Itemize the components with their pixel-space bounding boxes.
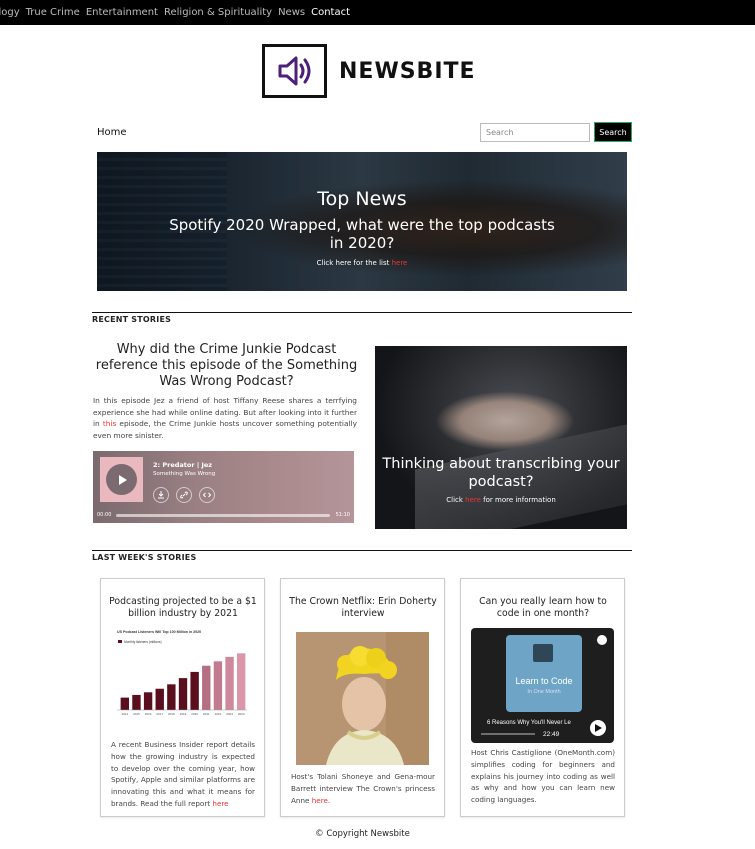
x-tick-label: 2021 [203, 712, 210, 716]
story-card: The Crown Netflix: Erin Doherty intervie… [280, 578, 445, 817]
x-tick-label: 2022 [215, 712, 222, 716]
x-tick-label: 2020 [191, 712, 198, 716]
last-week-heading: LAST WEEK'S STORIES [92, 553, 197, 562]
card-title: Podcasting projected to be a $1 billion … [109, 596, 257, 619]
chart-title: US Podcast Listeners Will Top 100 Millio… [117, 630, 201, 634]
transcribe-link-line: Click here for more information [375, 496, 627, 504]
card-text: A recent Business Insider report details… [111, 739, 255, 810]
x-tick-label: 2018 [168, 712, 175, 716]
hero-subtitle: Spotify 2020 Wrapped, what were the top … [169, 216, 555, 252]
podcast-artwork [100, 457, 143, 502]
chart-bar [236, 653, 246, 710]
top-news-banner: Top News Spotify 2020 Wrapped, what were… [97, 152, 627, 291]
show-name: Something Was Wrong [153, 471, 216, 477]
top-nav-item[interactable]: News [278, 7, 305, 18]
hero-link-prefix: Click here for the list [316, 259, 392, 267]
chart-bar [178, 678, 188, 710]
x-tick-label: 2015 [133, 712, 140, 716]
spotify-icon [597, 635, 607, 645]
x-tick-label: 2019 [180, 712, 187, 716]
story-card: Podcasting projected to be a $1 billion … [100, 578, 265, 817]
episode-title: 2: Predator | Jez [153, 461, 213, 469]
x-tick-label: 2023 [226, 712, 233, 716]
site-logo[interactable]: NEWSBITE [262, 44, 476, 98]
divider [92, 312, 632, 313]
top-nav-item[interactable]: nology [0, 7, 20, 18]
x-tick-label: 2014 [121, 712, 128, 716]
chart-bar [167, 684, 176, 710]
footer-copyright: © Copyright Newsbite [315, 829, 410, 839]
podcast-video-player[interactable]: Learn to Code In One Month 6 Reasons Why… [471, 628, 614, 743]
story-card: Can you really learn how to code in one … [460, 578, 625, 817]
play-icon [118, 474, 127, 485]
link-icon[interactable] [176, 487, 192, 503]
story-link[interactable]: this [103, 419, 117, 428]
top-nav-item[interactable]: Contact [311, 7, 350, 18]
transcribe-here-link[interactable]: here [465, 496, 481, 504]
video-title: Learn to Code [515, 676, 572, 686]
top-nav-item[interactable]: True Crime [26, 7, 80, 18]
chart-bar [213, 661, 223, 710]
chart-bar [190, 671, 199, 710]
video-time: 22:49 [543, 731, 560, 738]
podcast-player: 2: Predator | Jez Something Was Wrong 00… [93, 451, 354, 523]
player-actions [153, 487, 215, 503]
hero-link-line: Click here for the list here [97, 259, 627, 267]
card-read-link[interactable]: here. [312, 796, 330, 805]
bar-chart: US Podcast Listeners Will Top 100 Millio… [117, 630, 247, 716]
story-text: In this episode Jez a friend of host Tif… [93, 395, 357, 441]
legend-label: Monthly listeners (millions) [124, 640, 162, 644]
time-elapsed: 00:00 [97, 512, 112, 518]
x-tick-label: 2024 [238, 712, 245, 716]
card-read-link[interactable]: here [212, 799, 228, 808]
play-button[interactable] [106, 464, 137, 495]
story-text-part: episode, the Crime Junkie hosts uncover … [93, 419, 357, 440]
top-nav-list: nology True Crime Entertainment Religion & … [0, 0, 356, 25]
hero-here-link[interactable]: here [392, 259, 408, 267]
top-navigation: nology True Crime Entertainment Religion & … [0, 0, 755, 25]
x-tick-label: 2017 [156, 712, 163, 716]
download-icon[interactable] [153, 487, 169, 503]
search-input[interactable] [480, 123, 590, 142]
listeners-chart: US Podcast Listeners Will Top 100 Millio… [116, 629, 250, 732]
hero-title: Top News [317, 188, 407, 210]
transcribe-card: Thinking about transcribing your podcast… [375, 346, 627, 529]
search-button[interactable]: Search [594, 122, 632, 142]
card-text-body: A recent Business Insider report details… [111, 740, 255, 808]
chart-bar [225, 656, 234, 710]
video-caption: 6 Reasons Why You'll Never Le [487, 720, 572, 726]
card-text: Host Chris Castiglione (OneMonth.com) si… [471, 748, 615, 805]
chart-bar [155, 688, 164, 710]
top-nav-item[interactable]: Religion & Spirituality [164, 7, 272, 18]
logo-text: NEWSBITE [339, 58, 476, 84]
progress-bar[interactable] [116, 514, 330, 517]
card-title: Can you really learn how to code in one … [479, 596, 607, 619]
divider [92, 550, 632, 551]
chart-bar [132, 694, 141, 710]
portrait-image [296, 632, 429, 765]
time-total: 51:10 [335, 512, 350, 518]
transcribe-link-prefix: Click [446, 496, 466, 504]
legend-swatch [118, 640, 122, 643]
top-nav-item[interactable]: Entertainment [86, 7, 158, 18]
embed-icon[interactable] [199, 487, 215, 503]
video-thumbnail: Learn to Code In One Month 6 Reasons Why… [481, 635, 607, 738]
speaker-icon [262, 44, 327, 98]
video-subtitle: In One Month [527, 689, 560, 695]
interview-photo [296, 632, 429, 765]
card-title: The Crown Netflix: Erin Doherty intervie… [289, 596, 437, 619]
transcribe-link-suffix: for more information [480, 496, 556, 504]
chart-bar [120, 697, 130, 710]
story-title: Why did the Crime Junkie Podcast referen… [95, 342, 358, 389]
x-labels: 2014 2015 2016 2017 2018 2019 2020 2021 2022 2023… [121, 712, 244, 716]
x-tick-label: 2016 [145, 712, 152, 716]
chart-bar [202, 665, 211, 710]
card-text: Host's Tolani Shoneye and Gena-mour Barr… [291, 771, 435, 806]
bars-group [120, 653, 246, 710]
home-link[interactable]: Home [97, 127, 127, 138]
transcribe-title: Thinking about transcribing your podcast… [382, 456, 620, 490]
recent-stories-heading: RECENT STORIES [92, 315, 172, 324]
chart-bar [143, 692, 153, 710]
